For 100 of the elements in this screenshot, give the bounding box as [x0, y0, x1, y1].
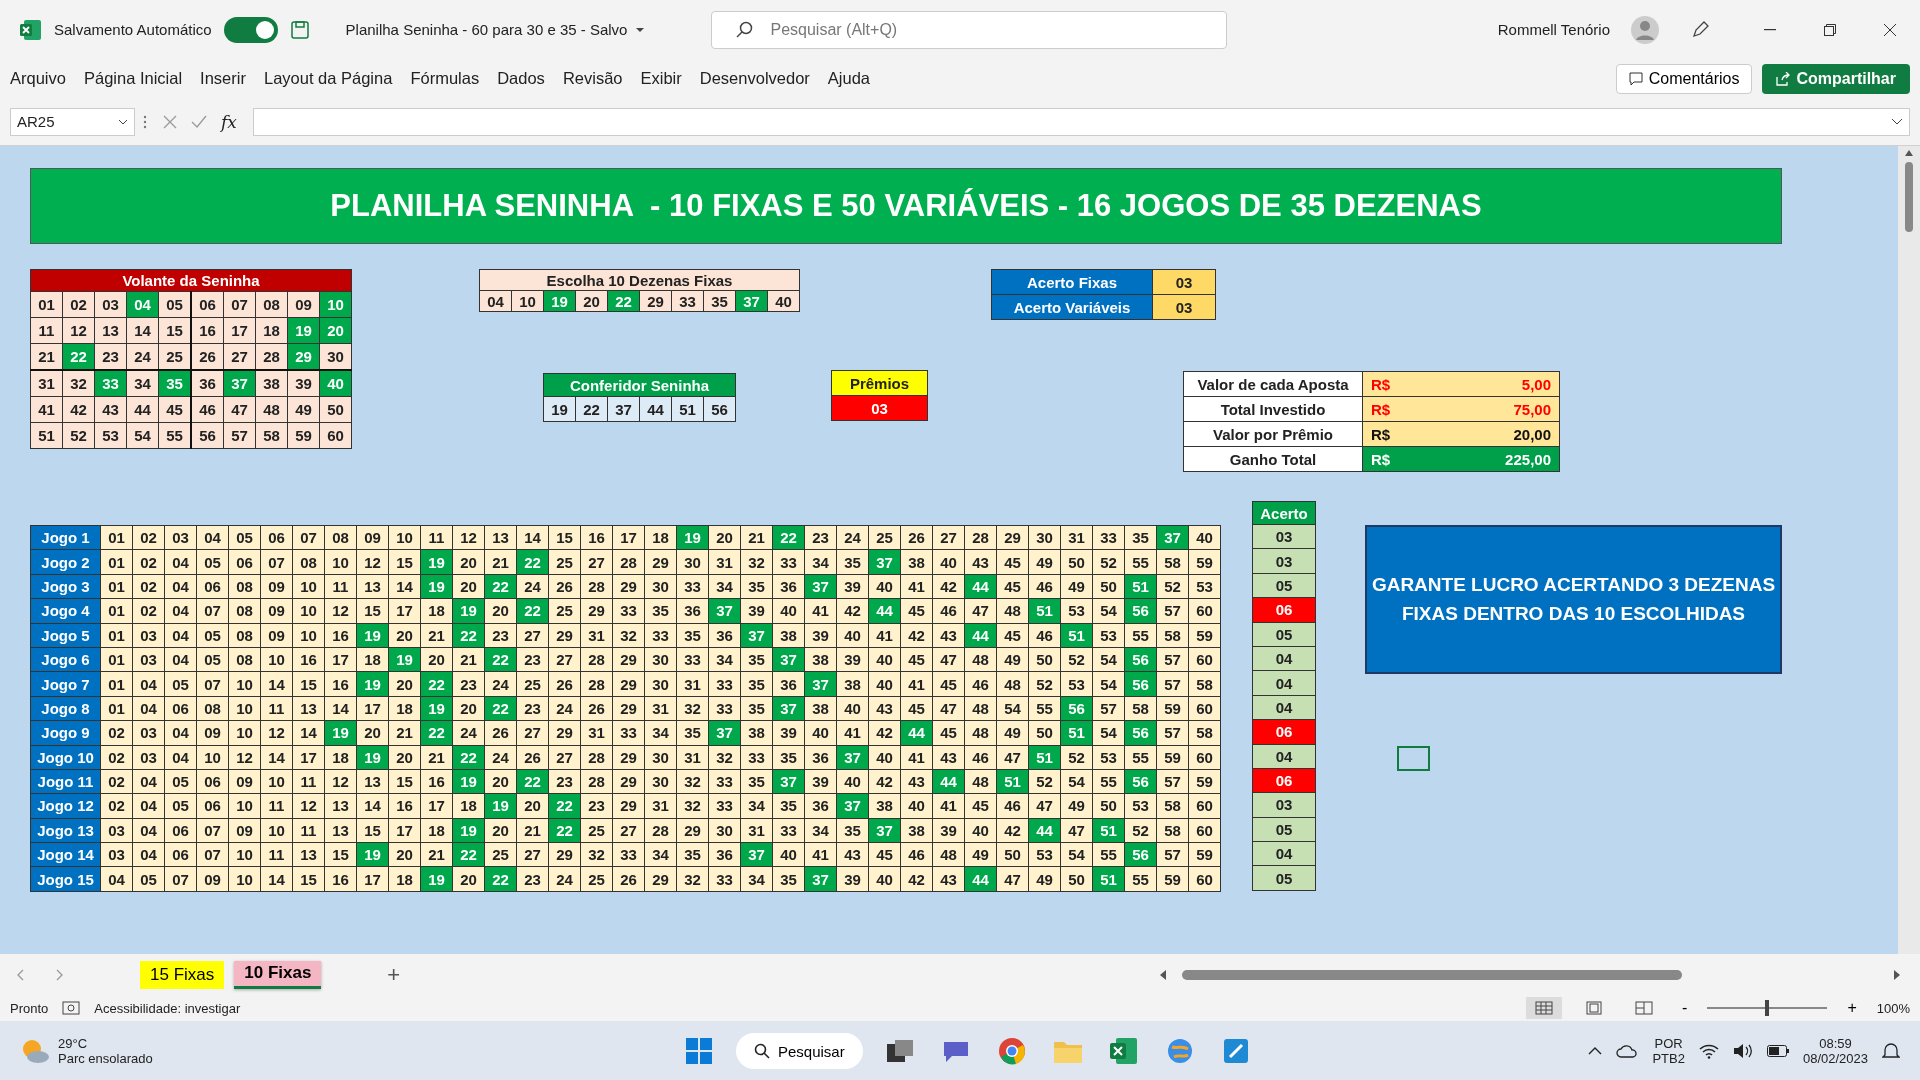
sheet-tab[interactable]: 10 Fixas [234, 960, 322, 989]
volume-icon[interactable] [1732, 1043, 1753, 1059]
zoom-out-button[interactable]: - [1676, 998, 1694, 1018]
table-cell: 225,00 [1411, 446, 1560, 472]
table-cell: 33 [1092, 525, 1125, 550]
table-cell: 15 [548, 525, 581, 550]
table-cell: 29 [996, 525, 1029, 550]
scrollbar-thumb[interactable] [1182, 969, 1682, 980]
table-cell: 36 [191, 370, 224, 397]
table-cell: 38 [255, 370, 288, 397]
expand-caret-icon[interactable] [1891, 118, 1903, 125]
row-label: Jogo 3 [30, 574, 101, 599]
battery-icon[interactable] [1766, 1045, 1789, 1057]
table-cell: 01 [30, 291, 63, 318]
pen-icon[interactable] [1690, 19, 1710, 40]
row-label: Jogo 13 [30, 818, 101, 843]
sheet-tab[interactable]: 15 Fixas [140, 960, 225, 989]
sheet-banner: PLANILHA SENINHA - 10 FIXAS E 50 VARIÁVEIS - 16 JOGOS DE 35 DEZENAS [30, 168, 1782, 244]
table-cell: 5,00 [1411, 371, 1560, 397]
row-label: Jogo 6 [30, 647, 101, 672]
table-cell: 32 [62, 370, 95, 397]
table-cell: 31 [30, 370, 63, 397]
add-sheet-button[interactable]: + [381, 960, 407, 989]
menu-item[interactable]: Fórmulas [402, 65, 488, 92]
zoom-slider-thumb[interactable] [1765, 1000, 1770, 1016]
table-cell: 06 [1252, 719, 1316, 744]
cancel-icon[interactable] [163, 114, 177, 129]
share-button[interactable]: Compartilhar [1762, 63, 1910, 94]
autosave-toggle[interactable] [223, 16, 278, 43]
menu-item[interactable]: Arquivo [10, 65, 74, 92]
menu-item[interactable]: Layout da Página [255, 65, 401, 92]
avatar-icon[interactable] [1630, 14, 1660, 45]
table-cell: 37 [1156, 525, 1189, 550]
spreadsheet-app-icon[interactable] [20, 18, 42, 41]
cloud-icon[interactable] [1616, 1044, 1639, 1058]
zoom-slider[interactable] [1707, 1000, 1828, 1016]
scroll-right-icon[interactable] [1894, 969, 1900, 980]
menu-item[interactable]: Dados [489, 65, 553, 92]
table-cell: R$ [1362, 371, 1411, 397]
table-cell: 21 [740, 525, 773, 550]
view-button[interactable] [1526, 997, 1563, 1019]
table-cell: 03 [1252, 548, 1316, 574]
scroll-left-icon[interactable] [1160, 969, 1166, 980]
accessibility-status[interactable]: Acessibilidade: investigar [94, 1000, 241, 1016]
wifi-icon[interactable] [1698, 1043, 1719, 1059]
table-cell: 40 [1188, 525, 1221, 550]
row-label: Jogo 4 [30, 598, 101, 624]
formula-input[interactable] [252, 107, 1910, 136]
taskbar-search[interactable]: Pesquisar [736, 1033, 863, 1069]
table-cell: 30 [1028, 525, 1061, 550]
table-cell: 56 [191, 422, 224, 449]
table-cell: 16 [580, 525, 613, 550]
table-cell: 28 [964, 525, 997, 550]
table-cell: 04 [1252, 646, 1316, 671]
table-cell: 03 [164, 525, 197, 550]
vertical-scrollbar[interactable] [1898, 146, 1920, 954]
menu-item[interactable]: Revisão [554, 65, 631, 92]
scrollbar-thumb[interactable] [1905, 162, 1913, 232]
table-cell: 12 [452, 525, 485, 550]
notification-icon[interactable] [1882, 1042, 1900, 1060]
caret-icon[interactable] [1588, 1047, 1603, 1055]
caret-icon[interactable] [635, 26, 646, 33]
table-cell: 20,00 [1411, 421, 1560, 447]
menu-item[interactable]: Inserir [192, 65, 254, 92]
table-cell: 18 [644, 525, 677, 550]
menu-item[interactable]: Desenvolvedor [691, 65, 818, 92]
menu-item[interactable]: Página Inicial [75, 65, 191, 92]
name-box[interactable]: AR25 [10, 107, 135, 136]
table-cell: 04 [1252, 841, 1316, 866]
table-header: Acerto [1252, 501, 1316, 525]
zoom-in-button[interactable]: + [1841, 998, 1863, 1018]
scroll-up-icon[interactable] [1905, 150, 1913, 156]
document-title[interactable]: Planilha Seninha - 60 para 30 e 35 - Salvo [339, 20, 652, 39]
table-cell: 06 [191, 291, 224, 318]
table-cell: 06 [260, 525, 293, 550]
horizontal-scrollbar[interactable] [1160, 967, 1900, 982]
table-cell: 11 [420, 525, 453, 550]
table-cell: 09 [356, 525, 389, 550]
table-cell: 14 [516, 525, 549, 550]
search-field[interactable]: Pesquisar (Alt+Q) [711, 10, 1228, 49]
table-cell: 34 [126, 370, 159, 397]
check-icon[interactable] [191, 114, 207, 129]
menu-item[interactable]: Ajuda [819, 65, 879, 92]
language-indicator[interactable]: POR PTB2 [1652, 1036, 1685, 1066]
windows-logo-icon [686, 1038, 712, 1064]
clock[interactable]: 08:59 08/02/2023 [1802, 1036, 1868, 1066]
table-cell: Acerto Variáveis [991, 294, 1153, 320]
insert-function-button[interactable]: fx [221, 111, 237, 132]
caret-icon[interactable] [118, 118, 128, 125]
table-header: Escolha 10 Dezenas Fixas [479, 269, 800, 291]
search-input[interactable]: Pesquisar (Alt+Q) [768, 19, 1173, 40]
table-cell: Valor por Prêmio [1183, 421, 1363, 447]
save-icon[interactable] [289, 19, 310, 40]
table-cell: 11 [30, 317, 63, 344]
table-header: Prêmios [831, 370, 928, 396]
table-cell: 02 [132, 525, 165, 550]
comments-button[interactable]: Comentários [1615, 63, 1753, 94]
row-label: Jogo 11 [30, 769, 101, 794]
menu-item[interactable]: Exibir [632, 65, 690, 92]
table-cell: 51 [30, 422, 63, 449]
